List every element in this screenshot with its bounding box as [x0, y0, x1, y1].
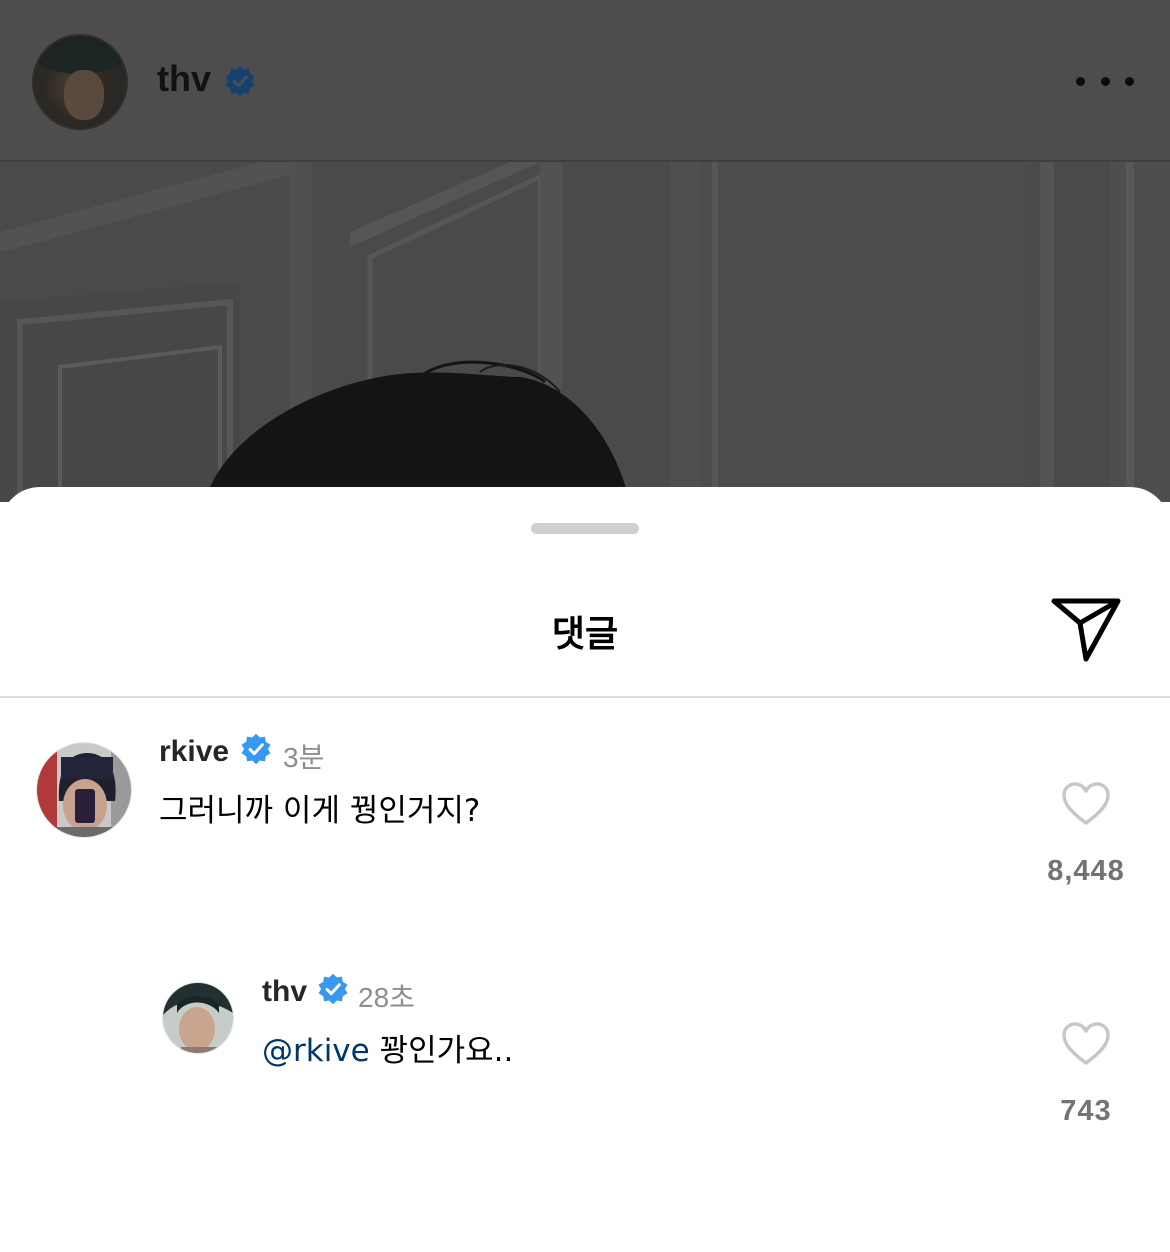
reply-item: thv 28초 @rkive 꽝인가요.. 743 [0, 967, 1170, 1147]
sheet-title: 댓글 [551, 614, 619, 655]
sheet-drag-handle[interactable] [531, 523, 639, 534]
commenter-avatar[interactable] [36, 742, 132, 838]
reply-body: 꽝인가요.. [369, 1033, 514, 1069]
sheet-divider [0, 696, 1170, 698]
paper-plane-icon [1051, 598, 1121, 662]
heart-icon [1062, 1022, 1110, 1065]
comment-text: 그러니까 이게 꿩인거지? [159, 793, 481, 829]
post-header: thv [0, 0, 1170, 162]
comment-item: rkive 3분 그러니까 이게 꿩인거지? 8,448 [0, 727, 1170, 907]
reply-author-avatar[interactable] [162, 982, 234, 1054]
more-options-button[interactable] [1076, 64, 1134, 98]
post-author-avatar[interactable] [32, 34, 128, 130]
comments-sheet: 댓글 rkive 3분 그러니까 이게 꿩인거지? 8,448 thv 28초 … [0, 487, 1170, 1252]
verified-badge-icon [241, 733, 271, 765]
like-button[interactable] [1061, 1021, 1111, 1067]
post-author-username[interactable]: thv [157, 58, 211, 100]
post-photo[interactable] [0, 162, 1170, 502]
share-button[interactable] [1050, 597, 1122, 663]
more-horizontal-icon [1076, 76, 1085, 86]
like-count: 8,448 [1047, 855, 1125, 887]
mention-link[interactable]: @rkive [262, 1033, 370, 1069]
reply-text: @rkive 꽝인가요.. [262, 1025, 513, 1070]
verified-badge-icon [225, 65, 255, 97]
verified-badge-icon [318, 973, 348, 1005]
commenter-username[interactable]: rkive [159, 735, 229, 769]
like-count: 743 [1060, 1095, 1112, 1127]
reply-author-username[interactable]: thv [262, 975, 307, 1009]
reply-timestamp: 28초 [358, 982, 415, 1013]
heart-icon [1062, 782, 1110, 825]
comment-timestamp: 3분 [283, 742, 325, 773]
like-button[interactable] [1061, 781, 1111, 827]
instagram-comments-screen: thv 댓글 rkive 3분 그러니까 이게 꿩인거지? 8,448 thv … [0, 0, 1170, 1252]
